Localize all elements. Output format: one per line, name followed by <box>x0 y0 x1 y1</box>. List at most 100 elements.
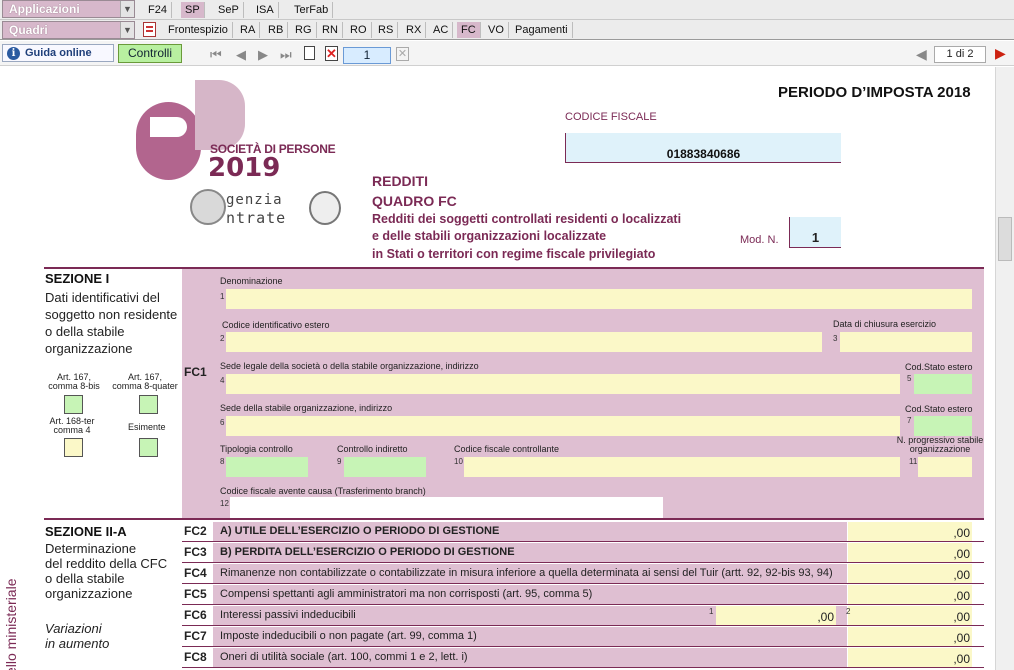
tab-rn[interactable]: RN <box>318 22 343 38</box>
tipologia-field[interactable] <box>226 457 308 477</box>
next-page-icon[interactable]: ▶ <box>258 47 268 63</box>
field-number: 5 <box>907 374 912 383</box>
sede-legale-label: Sede legale della società o della stabil… <box>220 361 479 371</box>
row-code: FC2 <box>184 524 207 538</box>
n-progressivo-field[interactable] <box>918 457 972 477</box>
art167-8quater-checkbox[interactable] <box>139 395 158 414</box>
tab-rx[interactable]: RX <box>402 22 427 38</box>
next-module-icon[interactable]: ▶ <box>995 45 1006 62</box>
applications-bar: Applicazioni ▼ F24 SP SeP ISA TerFab <box>0 0 1014 20</box>
tab-rs[interactable]: RS <box>374 22 399 38</box>
tab-vo[interactable]: VO <box>484 22 509 38</box>
codice-fiscale-field[interactable]: 01883840686 <box>565 133 841 163</box>
periodo-imposta: PERIODO D’IMPOSTA 2018 <box>778 84 971 101</box>
tab-ra[interactable]: RA <box>236 22 261 38</box>
row-description: A) UTILE DELL’ESERCIZIO O PERIODO DI GES… <box>220 525 500 537</box>
row-divider <box>182 667 984 668</box>
variazioni-line: in aumento <box>45 636 110 651</box>
logo-s-shape <box>136 102 201 180</box>
denominazione-label: Denominazione <box>220 276 283 286</box>
last-page-icon[interactable]: ⏭ <box>280 47 292 63</box>
cod-stato2-label: Cod.Stato estero <box>905 404 973 414</box>
tab-sp[interactable]: SP <box>181 2 205 18</box>
row-amount-value: ,00 <box>953 652 970 666</box>
tab-fc[interactable]: FC <box>457 22 481 38</box>
pdf-icon[interactable] <box>143 22 156 37</box>
quadri-combo[interactable]: Quadri ▼ <box>2 21 135 39</box>
field-number: 1 <box>709 607 714 616</box>
chevron-down-icon[interactable]: ▼ <box>120 1 134 17</box>
page-number-input[interactable]: 1 <box>343 47 391 64</box>
row-code: FC4 <box>184 566 207 580</box>
art167-8bis-label: Art. 167, comma 8-bis <box>48 373 100 391</box>
tab-ac[interactable]: AC <box>429 22 454 38</box>
codice-estero-field[interactable] <box>226 332 822 352</box>
app-window: Applicazioni ▼ F24 SP SeP ISA TerFab Qua… <box>0 0 1014 670</box>
sezione1-desc-line: soggetto non residente <box>45 307 178 322</box>
row-description: Compensi spettanti agli amministratori m… <box>220 588 593 600</box>
row-code: FC8 <box>184 650 207 664</box>
chevron-down-icon[interactable]: ▼ <box>120 22 134 38</box>
art167-8bis-checkbox[interactable] <box>64 395 83 414</box>
cod-stato2-field[interactable] <box>914 416 972 436</box>
art168ter-label: Art. 168-ter comma 4 <box>44 417 100 435</box>
tab-f24[interactable]: F24 <box>144 2 172 18</box>
art168ter-checkbox[interactable] <box>64 438 83 457</box>
fc1-code: FC1 <box>184 365 207 379</box>
quadri-bar: Quadri ▼ Frontespizio RA RB RG RN RO RS … <box>0 20 1014 40</box>
applicazioni-combo[interactable]: Applicazioni ▼ <box>2 0 135 18</box>
mod-number-field[interactable]: 1 <box>789 217 841 248</box>
tab-rg[interactable]: RG <box>291 22 317 38</box>
row-amount-value: ,00 <box>953 547 970 561</box>
sezione1-desc-line: o della stabile <box>45 324 125 339</box>
previous-page-icon[interactable]: ◀ <box>236 47 246 63</box>
go-page-icon[interactable]: ✕ <box>396 47 409 61</box>
field-number: 8 <box>220 457 225 466</box>
sezione2-desc-line: o della stabile <box>45 571 125 586</box>
denominazione-field[interactable] <box>226 289 972 309</box>
row-code: FC5 <box>184 587 207 601</box>
data-chiusura-field[interactable] <box>840 332 972 352</box>
controllo-indiretto-field[interactable] <box>344 457 426 477</box>
guida-label: Guida online <box>25 47 92 59</box>
row-amount-value: ,00 <box>953 631 970 645</box>
row-description: B) PERDITA DELL’ESERCIZIO O PERIODO DI G… <box>220 546 515 558</box>
controlli-button[interactable]: Controlli <box>118 44 182 63</box>
field-number: 10 <box>454 457 463 466</box>
tab-terfab[interactable]: TerFab <box>290 2 334 18</box>
new-page-icon[interactable] <box>304 46 315 60</box>
prev-module-icon[interactable]: ◀ <box>916 46 927 63</box>
quadro-desc-1: Redditi dei soggetti controllati residen… <box>372 212 682 226</box>
cod-stato1-field[interactable] <box>914 374 972 394</box>
row-divider <box>182 625 984 626</box>
sezione1-desc: Dati identificativi del soggetto non res… <box>45 289 177 357</box>
cf-avente-causa-label: Codice fiscale avente causa (Trasferimen… <box>220 486 426 496</box>
first-page-icon[interactable]: ⏮ <box>210 47 222 63</box>
tab-ro[interactable]: RO <box>346 22 372 38</box>
tab-isa[interactable]: ISA <box>252 2 279 18</box>
cf-avente-causa-field[interactable] <box>230 497 663 518</box>
scrollbar-thumb[interactable] <box>998 217 1012 261</box>
tab-sep[interactable]: SeP <box>214 2 244 18</box>
delete-page-icon[interactable]: ✕ <box>325 46 338 61</box>
row-amount-value: ,00 <box>953 589 970 603</box>
row-code: FC6 <box>184 608 207 622</box>
guida-online-button[interactable]: i Guida online <box>2 44 114 62</box>
logo-s-cut <box>150 117 187 137</box>
tab-pagamenti[interactable]: Pagamenti <box>511 22 573 38</box>
row-divider <box>182 646 984 647</box>
sede-legale-field[interactable] <box>226 374 900 394</box>
vertical-scrollbar[interactable] <box>995 67 1014 670</box>
controllo-indiretto-label: Controllo indiretto <box>337 444 408 454</box>
sede-stabile-field[interactable] <box>226 416 900 436</box>
esimente-checkbox[interactable] <box>139 438 158 457</box>
row-description: Rimanenze non contabilizzate o contabili… <box>220 567 833 579</box>
cf-controllante-field[interactable] <box>464 457 900 477</box>
navigation-toolbar: i Guida online Controlli ⏮ ◀ ▶ ⏭ ✕ 1 ✕ ◀… <box>0 41 1014 66</box>
tab-rb[interactable]: RB <box>264 22 289 38</box>
label-line: comma 4 <box>53 425 91 435</box>
agenzia-a-circle <box>190 189 226 225</box>
tab-frontespizio[interactable]: Frontespizio <box>164 22 233 38</box>
field-number: 9 <box>337 457 342 466</box>
field-number: 3 <box>833 334 838 343</box>
